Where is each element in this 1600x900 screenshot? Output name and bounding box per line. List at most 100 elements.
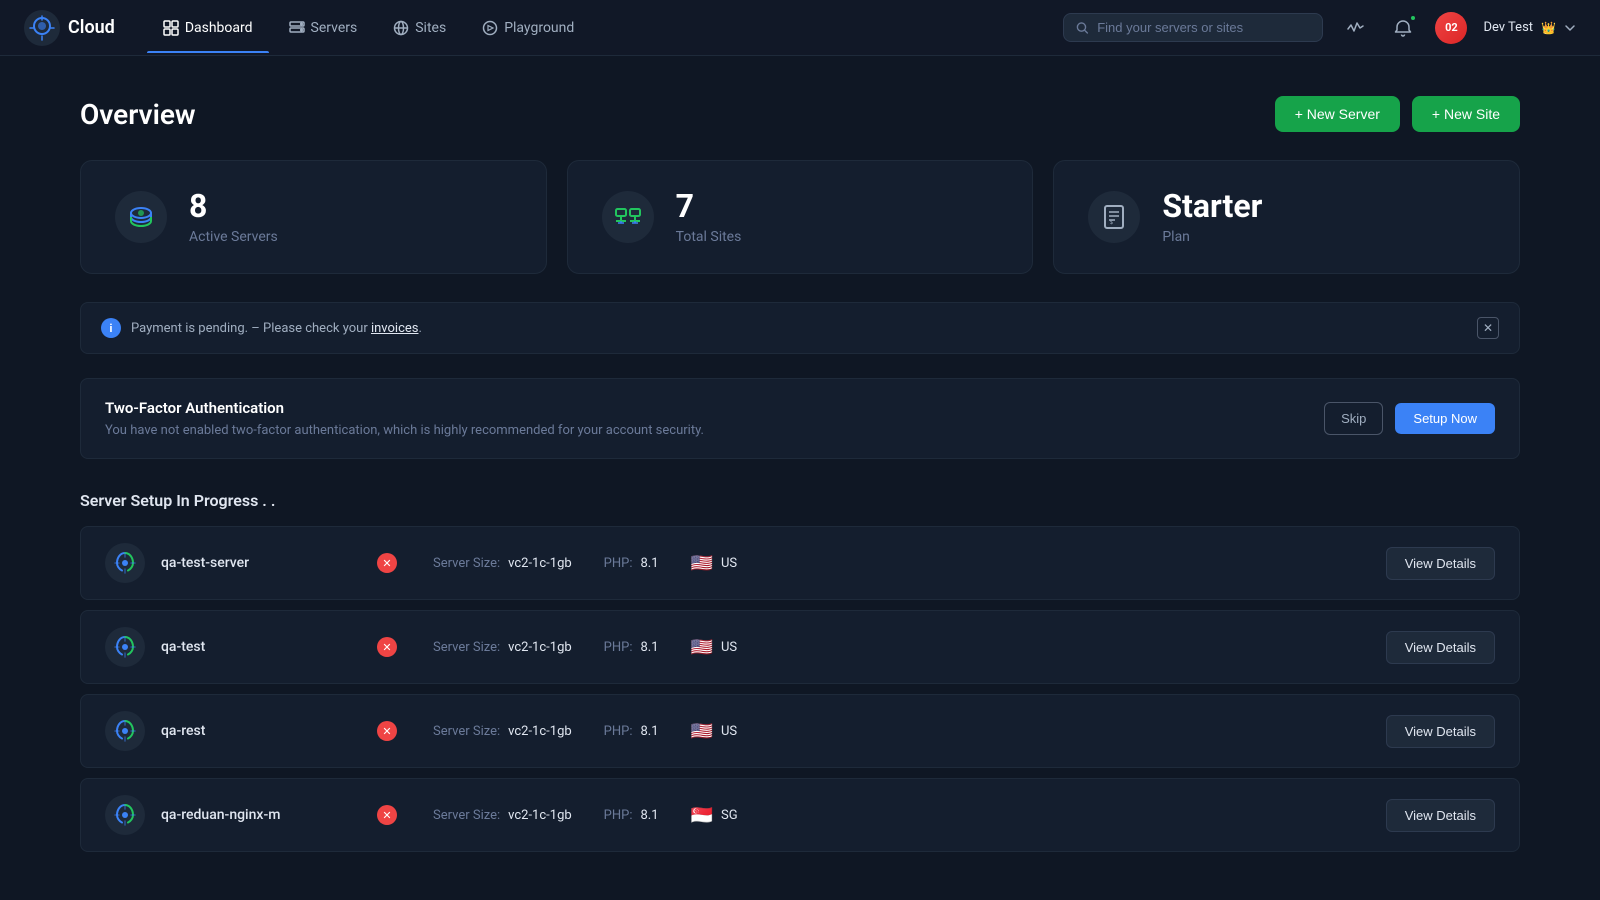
size-label: Server Size: xyxy=(433,640,500,655)
playground-icon xyxy=(482,20,498,36)
size-value: vc2-1c-1gb xyxy=(508,808,572,823)
server-name: qa-reduan-nginx-m xyxy=(161,807,361,823)
logo-text: Cloud xyxy=(68,17,115,38)
nav-label-sites: Sites xyxy=(415,20,446,36)
size-value: vc2-1c-1gb xyxy=(508,640,572,655)
server-meta: Server Size: vc2-1c-1gb PHP: 8.1 🇸🇬 SG xyxy=(433,805,1370,826)
banner-close-button[interactable]: ✕ xyxy=(1477,317,1499,339)
region-group: 🇺🇸 US xyxy=(691,721,738,742)
new-server-button[interactable]: + New Server xyxy=(1275,96,1400,132)
server-logo-icon xyxy=(105,795,145,835)
nav-item-playground[interactable]: Playground xyxy=(466,12,590,44)
view-details-button[interactable]: View Details xyxy=(1386,631,1495,664)
region-group: 🇺🇸 US xyxy=(691,637,738,658)
activity-icon-btn[interactable] xyxy=(1339,12,1371,44)
server-size-group: Server Size: vc2-1c-1gb xyxy=(433,556,572,571)
size-value: vc2-1c-1gb xyxy=(508,556,572,571)
dashboard-icon xyxy=(163,20,179,36)
servers-icon xyxy=(289,20,305,36)
php-value: 8.1 xyxy=(641,808,659,823)
flag-icon: 🇺🇸 xyxy=(691,553,713,574)
info-banner-left: i Payment is pending. – Please check you… xyxy=(101,318,422,338)
activity-icon xyxy=(1346,19,1364,37)
banner-text-suffix: . xyxy=(419,321,422,336)
region-group: 🇸🇬 SG xyxy=(691,805,738,826)
servers-stat-info: 8 Active Servers xyxy=(189,189,278,244)
region-text: SG xyxy=(721,808,738,823)
info-icon: i xyxy=(101,318,121,338)
view-details-button[interactable]: View Details xyxy=(1386,715,1495,748)
nav-item-dashboard[interactable]: Dashboard xyxy=(147,12,269,44)
banner-message: Payment is pending. – Please check your … xyxy=(131,321,422,336)
flag-icon: 🇸🇬 xyxy=(691,805,713,826)
size-label: Server Size: xyxy=(433,556,500,571)
nav-label-playground: Playground xyxy=(504,20,574,36)
region-group: 🇺🇸 US xyxy=(691,553,738,574)
server-status-error: ✕ xyxy=(377,721,397,741)
server-row: qa-test ✕ Server Size: vc2-1c-1gb PHP: 8… xyxy=(80,610,1520,684)
server-size-group: Server Size: vc2-1c-1gb xyxy=(433,640,572,655)
search-bar[interactable] xyxy=(1063,13,1323,42)
new-site-button[interactable]: + New Site xyxy=(1412,96,1520,132)
server-logo-icon xyxy=(105,543,145,583)
skip-button[interactable]: Skip xyxy=(1324,402,1383,435)
server-name: qa-test xyxy=(161,639,361,655)
sites-stat-icon xyxy=(600,189,656,245)
servers-stat-icon xyxy=(113,189,169,245)
server-size-group: Server Size: vc2-1c-1gb xyxy=(433,724,572,739)
tfa-title: Two-Factor Authentication xyxy=(105,399,704,417)
search-input[interactable] xyxy=(1097,20,1310,35)
php-value: 8.1 xyxy=(641,724,659,739)
flag-icon: 🇺🇸 xyxy=(691,637,713,658)
stat-card-plan: $ Starter Plan xyxy=(1053,160,1520,274)
region-text: US xyxy=(721,556,737,571)
notification-btn[interactable] xyxy=(1387,12,1419,44)
stat-card-servers: 8 Active Servers xyxy=(80,160,547,274)
page-title: Overview xyxy=(80,98,196,131)
user-crown: 👑 xyxy=(1541,21,1556,35)
section-title: Server Setup In Progress . . xyxy=(80,491,1520,510)
sites-icon xyxy=(393,20,409,36)
server-row: qa-reduan-nginx-m ✕ Server Size: vc2-1c-… xyxy=(80,778,1520,852)
view-details-button[interactable]: View Details xyxy=(1386,799,1495,832)
plan-stat-info: Starter Plan xyxy=(1162,189,1262,244)
server-size-group: Server Size: vc2-1c-1gb xyxy=(433,808,572,823)
view-details-button[interactable]: View Details xyxy=(1386,547,1495,580)
stat-card-sites: 7 Total Sites xyxy=(567,160,1034,274)
size-label: Server Size: xyxy=(433,724,500,739)
php-label: PHP: xyxy=(604,556,633,571)
banner-text-prefix: Payment is pending. – Please check your xyxy=(131,321,371,336)
chevron-down-icon xyxy=(1564,22,1576,34)
server-logo-icon xyxy=(105,711,145,751)
server-meta: Server Size: vc2-1c-1gb PHP: 8.1 🇺🇸 US xyxy=(433,721,1370,742)
setup-now-button[interactable]: Setup Now xyxy=(1395,403,1495,434)
main-content: Overview + New Server + New Site 8 Activ… xyxy=(0,56,1600,900)
nav-label-dashboard: Dashboard xyxy=(185,20,253,36)
sites-stat-label: Total Sites xyxy=(676,229,742,245)
svg-text:$: $ xyxy=(1110,220,1113,226)
php-value: 8.1 xyxy=(641,556,659,571)
size-label: Server Size: xyxy=(433,808,500,823)
info-banner: i Payment is pending. – Please check you… xyxy=(80,302,1520,354)
php-value: 8.1 xyxy=(641,640,659,655)
php-label: PHP: xyxy=(604,724,633,739)
user-name: Dev Test xyxy=(1483,20,1533,35)
nav-label-servers: Servers xyxy=(311,20,358,36)
php-label: PHP: xyxy=(604,640,633,655)
header-buttons: + New Server + New Site xyxy=(1275,96,1520,132)
user-info[interactable]: Dev Test 👑 xyxy=(1483,20,1576,35)
server-meta: Server Size: vc2-1c-1gb PHP: 8.1 🇺🇸 US xyxy=(433,553,1370,574)
user-avatar[interactable]: 02 xyxy=(1435,12,1467,44)
nav-item-servers[interactable]: Servers xyxy=(273,12,374,44)
region-text: US xyxy=(721,640,737,655)
navbar: Cloud Dashboard Servers xyxy=(0,0,1600,56)
sites-stat-number: 7 xyxy=(676,189,742,224)
tfa-info: Two-Factor Authentication You have not e… xyxy=(105,399,704,438)
logo[interactable]: Cloud xyxy=(24,10,115,46)
server-name: qa-rest xyxy=(161,723,361,739)
php-group: PHP: 8.1 xyxy=(604,556,659,571)
invoices-link[interactable]: invoices xyxy=(371,321,419,336)
server-status-error: ✕ xyxy=(377,637,397,657)
size-value: vc2-1c-1gb xyxy=(508,724,572,739)
nav-item-sites[interactable]: Sites xyxy=(377,12,462,44)
